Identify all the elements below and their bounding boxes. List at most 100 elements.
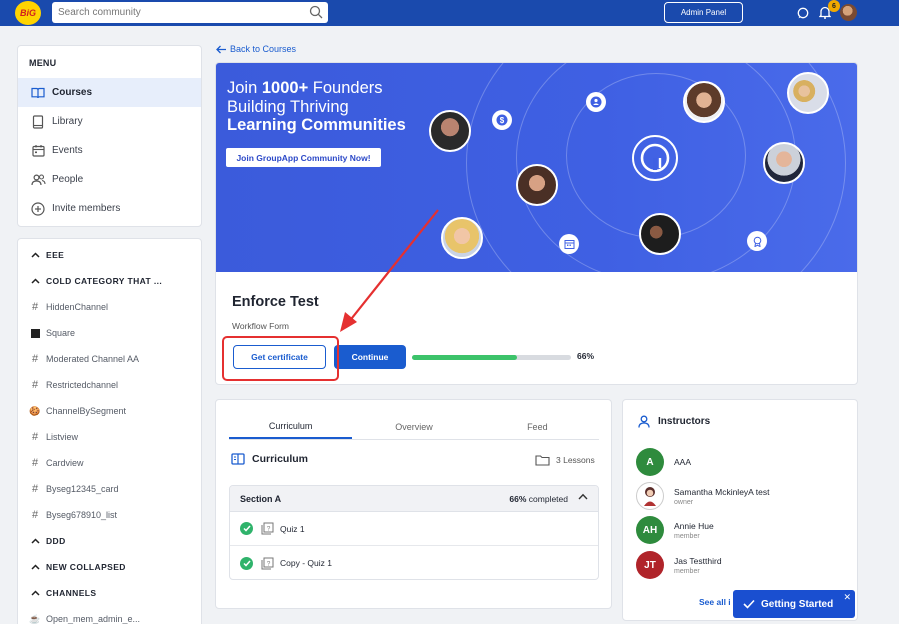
instructor-name: Annie Hue xyxy=(674,520,714,531)
community-logo[interactable]: BiG xyxy=(15,1,41,25)
arrow-left-icon xyxy=(216,45,226,53)
see-all-instructors-link[interactable]: See all i xyxy=(699,597,731,607)
section-completion: 66% completed xyxy=(509,493,568,504)
channels-sidebar: EEE COLD CATEGORY THAT ... # HiddenChannel S… xyxy=(17,238,202,624)
menu-item-label: Events xyxy=(52,145,83,156)
channel-category[interactable]: EEE xyxy=(18,245,201,265)
channel-label: Open_mem_admin_e... xyxy=(46,614,141,624)
svg-text:?: ? xyxy=(267,560,271,567)
menu-item-label: Courses xyxy=(52,87,93,98)
calendar-badge-icon xyxy=(559,234,579,254)
channel-category[interactable]: CHANNELS xyxy=(18,583,201,603)
instructor-row[interactable]: JT Jas Testthird member xyxy=(636,551,722,579)
check-icon xyxy=(240,556,253,570)
channel-item[interactable]: # Restrictedchannel xyxy=(18,375,201,395)
admin-panel-button[interactable]: Admin Panel xyxy=(664,2,743,23)
back-to-courses-link[interactable]: Back to Courses xyxy=(216,44,296,54)
library-icon xyxy=(30,114,46,130)
calendar-icon xyxy=(30,143,46,159)
channel-category[interactable]: NEW COLLAPSED xyxy=(18,557,201,577)
founder-photo xyxy=(763,142,805,184)
banner-cta-button[interactable]: Join GroupApp Community Now! xyxy=(226,148,381,167)
lesson-label: Copy - Quiz 1 xyxy=(280,558,332,568)
menu-item-library[interactable]: Library xyxy=(18,107,201,136)
search-input[interactable] xyxy=(58,7,303,18)
hash-icon: # xyxy=(31,483,39,495)
avatar xyxy=(636,482,664,510)
search-icon[interactable] xyxy=(309,5,323,19)
people-icon xyxy=(30,172,46,188)
search-bar[interactable] xyxy=(52,2,328,23)
channel-item[interactable]: # Cardview xyxy=(18,453,201,473)
lesson-row[interactable]: ? Quiz 1 xyxy=(230,512,598,546)
channel-item[interactable]: # Byseg12345_card xyxy=(18,479,201,499)
founder-photo xyxy=(516,164,558,206)
chat-icon[interactable] xyxy=(797,7,809,19)
user-avatar[interactable] xyxy=(840,4,857,21)
channel-item[interactable]: Square xyxy=(18,323,201,343)
continue-button[interactable]: Continue xyxy=(334,345,406,369)
section-header[interactable]: Section A 66% completed xyxy=(230,486,598,512)
channel-item[interactable]: 🍪 ChannelBySegment xyxy=(18,401,201,421)
channel-item[interactable]: # HiddenChannel xyxy=(18,297,201,317)
lessons-count: 3 Lessons xyxy=(535,454,595,466)
menu-item-label: Invite members xyxy=(52,203,121,214)
notification-badge: 6 xyxy=(828,0,840,12)
top-navbar: BiG Admin Panel 6 xyxy=(0,0,899,26)
banner-line-1: Join 1000+ Founders xyxy=(227,79,383,97)
founder-photo xyxy=(787,72,829,114)
instructor-row[interactable]: A AAA xyxy=(636,448,691,476)
instructor-row[interactable]: Samantha MckinleyA test owner xyxy=(636,482,769,510)
svg-text:$: $ xyxy=(500,116,505,125)
channel-label: HiddenChannel xyxy=(46,302,109,312)
founder-photo xyxy=(639,213,681,255)
menu-item-events[interactable]: Events xyxy=(18,136,201,165)
curriculum-heading-label: Curriculum xyxy=(252,453,309,465)
tab-curriculum[interactable]: Curriculum xyxy=(229,414,353,439)
annotation-arrow-icon xyxy=(340,209,439,332)
hash-icon: # xyxy=(31,353,39,365)
course-title: Enforce Test xyxy=(232,294,319,310)
dollar-icon: $ xyxy=(492,110,512,130)
banner-headline: Join 1000+ Founders Building Thriving Le… xyxy=(227,79,406,135)
channel-item[interactable]: # Byseg678910_list xyxy=(18,505,201,525)
svg-text:?: ? xyxy=(267,525,271,532)
founder-photo xyxy=(683,81,725,123)
section-accordion: Section A 66% completed ? Quiz 1 ? Copy … xyxy=(229,485,599,580)
channel-category[interactable]: DDD xyxy=(18,531,201,551)
getting-started-widget[interactable]: Getting Started ✕ xyxy=(733,590,855,618)
hash-icon: # xyxy=(31,431,39,443)
main-menu: MENU Courses Library Events People Invit… xyxy=(17,45,202,227)
menu-item-people[interactable]: People xyxy=(18,165,201,194)
section-title: Section A xyxy=(240,493,282,504)
banner-line-2: Building Thriving xyxy=(227,97,349,116)
menu-item-label: People xyxy=(52,174,84,185)
hash-icon: # xyxy=(31,379,39,391)
groupapp-logo-icon xyxy=(632,135,678,181)
close-icon[interactable]: ✕ xyxy=(843,592,851,603)
annotation-highlight-box xyxy=(222,336,339,381)
chevron-up-icon[interactable] xyxy=(578,493,588,500)
channel-item[interactable]: # Moderated Channel AA xyxy=(18,349,201,369)
avatar: A xyxy=(636,448,664,476)
quiz-icon: ? xyxy=(261,522,274,535)
channel-category[interactable]: COLD CATEGORY THAT ... xyxy=(18,271,201,291)
instructor-row[interactable]: AH Annie Hue member xyxy=(636,516,714,544)
emoji-icon: 🍪 xyxy=(29,405,41,416)
chevron-up-icon xyxy=(29,564,41,570)
menu-item-courses[interactable]: Courses xyxy=(18,78,201,107)
channel-label: ChannelBySegment xyxy=(46,406,127,416)
back-link-label: Back to Courses xyxy=(230,44,297,54)
channel-label: EEE xyxy=(46,250,65,260)
chevron-up-icon xyxy=(29,252,41,258)
channel-item[interactable]: # Listview xyxy=(18,427,201,447)
hash-icon: # xyxy=(31,457,39,469)
tab-feed[interactable]: Feed xyxy=(476,414,599,439)
course-progress-bar xyxy=(412,355,571,360)
channel-item[interactable]: ☕ Open_mem_admin_e... xyxy=(18,609,201,624)
lesson-row[interactable]: ? Copy - Quiz 1 xyxy=(230,546,598,579)
menu-item-invite-members[interactable]: Invite members xyxy=(18,194,201,223)
curriculum-heading: Curriculum xyxy=(231,453,308,465)
tab-overview[interactable]: Overview xyxy=(352,414,475,439)
channel-label: Listview xyxy=(46,432,79,442)
